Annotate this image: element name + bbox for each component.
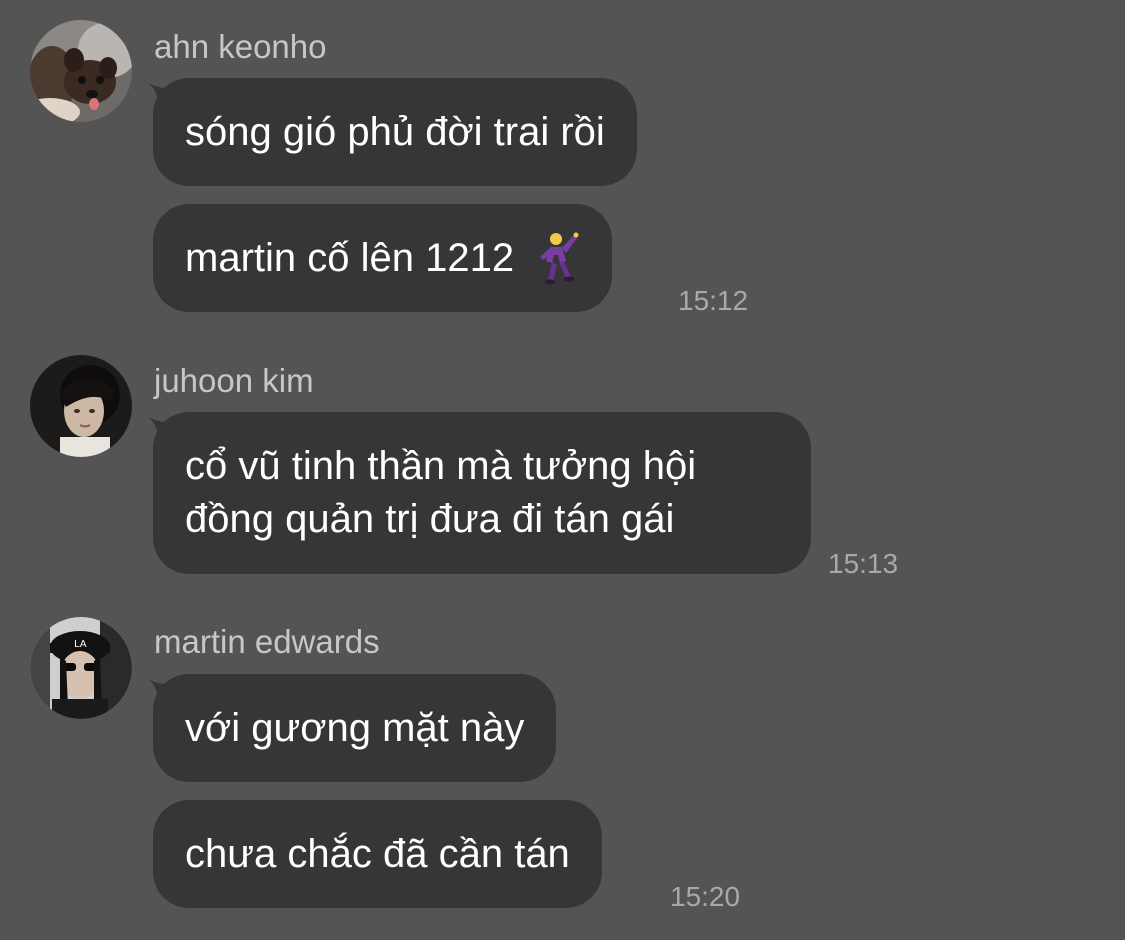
man-dancing-emoji-icon: [540, 232, 579, 285]
sender-name: ahn keonho: [154, 28, 327, 65]
person-portrait-avatar-icon: [30, 355, 132, 457]
message-bubble[interactable]: martin cố lên 1212: [153, 204, 613, 312]
message-text: martin cố lên 1212: [185, 235, 515, 280]
sender-name: juhoon kim: [154, 362, 314, 399]
avatar-juhoon-kim[interactable]: [30, 355, 132, 457]
svg-text:LA: LA: [74, 639, 87, 650]
avatar-ahn-keonho[interactable]: [30, 20, 132, 122]
message-timestamp: 15:13: [828, 548, 899, 579]
message-timestamp: 15:12: [678, 285, 749, 316]
message-bubble[interactable]: sóng gió phủ đời trai rồi: [153, 78, 637, 186]
message-text: cổ vũ tinh thần mà tưởng hội đồng quản t…: [185, 444, 697, 541]
sender-name: martin edwards: [154, 623, 380, 660]
avatar-martin-edwards[interactable]: LA: [30, 617, 132, 719]
message-bubble[interactable]: chưa chắc đã cần tán: [153, 800, 602, 908]
message-text: chưa chắc đã cần tán: [185, 831, 570, 876]
message-bubble[interactable]: cổ vũ tinh thần mà tưởng hội đồng quản t…: [153, 412, 811, 574]
message-text: sóng gió phủ đời trai rồi: [185, 109, 605, 154]
message-text: với gương mặt này: [185, 705, 525, 750]
person-cap-avatar-icon: LA: [30, 617, 132, 719]
dog-avatar-icon: [30, 20, 132, 122]
message-timestamp: 15:20: [670, 881, 741, 912]
message-bubble[interactable]: với gương mặt này: [153, 674, 557, 782]
